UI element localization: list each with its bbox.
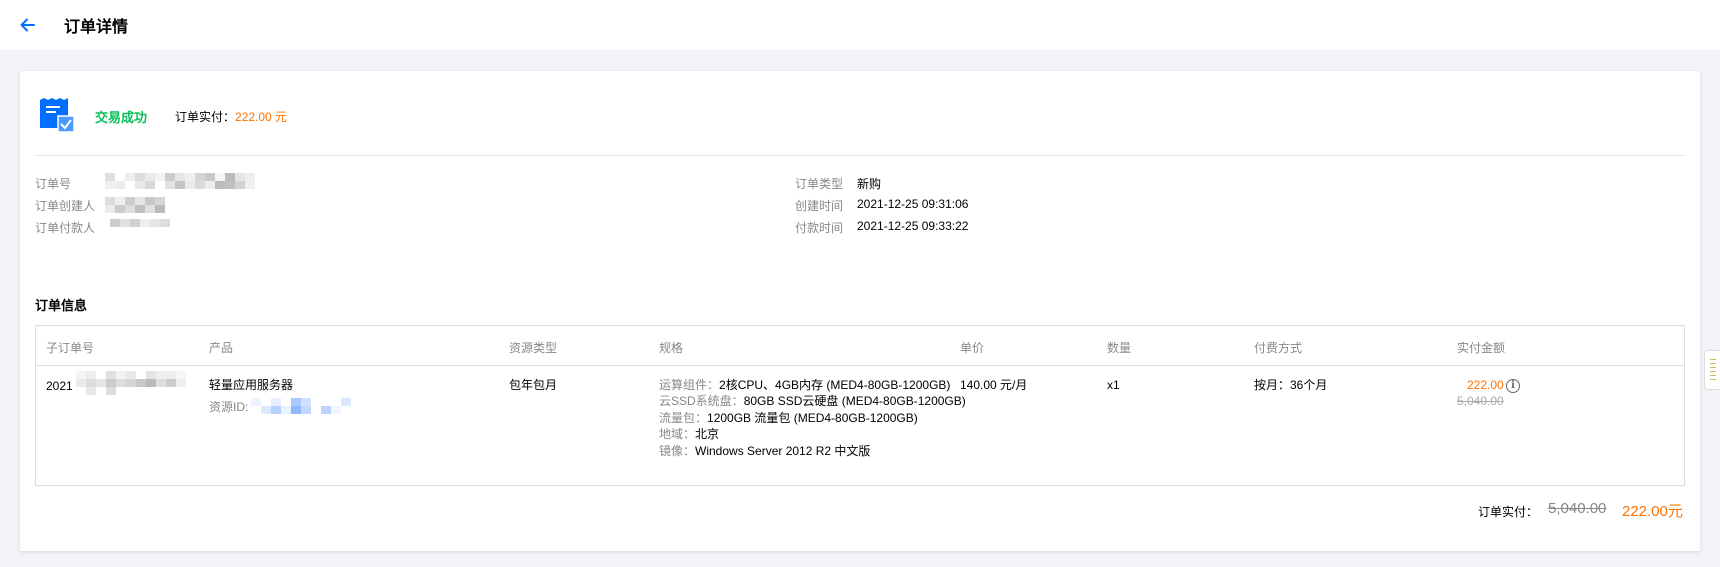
total-label: 订单实付：: [1478, 505, 1539, 519]
sub-order-redacted: [76, 371, 186, 395]
payment-value: 按月：36个月: [1254, 378, 1328, 392]
side-toolbar-handle[interactable]: [1704, 350, 1720, 390]
th-spec: 规格: [659, 341, 684, 355]
th-resource-type: 资源类型: [509, 341, 558, 355]
th-quantity: 数量: [1107, 341, 1132, 355]
th-unit-price: 单价: [960, 341, 985, 355]
order-no-redacted: [105, 173, 255, 189]
paid-time-value: 2021-12-25 09:33:22: [857, 219, 969, 233]
total-final: 222.00元: [1622, 503, 1683, 520]
created-time-value: 2021-12-25 09:31:06: [857, 197, 969, 211]
product-name: 轻量应用服务器: [209, 378, 294, 392]
resource-type-value: 包年包月: [509, 378, 558, 392]
th-amount: 实付金额: [1457, 341, 1506, 355]
unit-price-value: 140.00 元/月: [960, 378, 1028, 392]
info-icon[interactable]: [1506, 379, 1520, 393]
receipt-success-icon: [40, 98, 80, 134]
created-time-label: 创建时间: [795, 199, 844, 213]
divider: [35, 155, 1685, 156]
total-original: 5,040.00: [1548, 500, 1607, 517]
spec-line: 镜像：Windows Server 2012 R2 中文版: [659, 444, 871, 458]
top-bar: 订单详情: [0, 0, 1720, 50]
spec-line: 地域：北京: [659, 427, 720, 441]
table-header: 子订单号 产品 资源类型 规格 单价 数量 付费方式 实付金额: [36, 326, 1684, 366]
payer-label: 订单付款人: [35, 221, 96, 235]
quantity-value: x1: [1107, 378, 1120, 392]
th-product: 产品: [209, 341, 234, 355]
paid-time-label: 付款时间: [795, 221, 844, 235]
order-items-table: 子订单号 产品 资源类型 规格 单价 数量 付费方式 实付金额 2021 轻量应…: [35, 325, 1685, 486]
order-no-label: 订单号: [35, 177, 72, 191]
order-detail-card: 交易成功 订单实付：222.00 元 订单号 订单创建人 订单付款人 订单类型 …: [20, 71, 1700, 551]
resource-id-redacted[interactable]: [251, 398, 351, 414]
sub-order-prefix: 2021: [46, 379, 73, 393]
creator-label: 订单创建人: [35, 199, 96, 213]
creator-redacted: [105, 197, 165, 213]
th-payment: 付费方式: [1254, 341, 1303, 355]
th-sub-order: 子订单号: [46, 341, 95, 355]
order-type-label: 订单类型: [795, 177, 844, 191]
original-amount-value: 5,040.00: [1457, 394, 1504, 408]
section-title: 订单信息: [35, 298, 88, 313]
payer-redacted: [110, 219, 170, 227]
back-arrow-icon[interactable]: [18, 15, 38, 35]
page-title: 订单详情: [64, 19, 129, 36]
spec-line: 云SSD系统盘：80GB SSD云硬盘 (MED4-80GB-1200GB): [659, 394, 966, 408]
paid-label: 订单实付：: [175, 110, 236, 124]
paid-amount: 222.00 元: [235, 110, 288, 124]
order-type-value: 新购: [857, 177, 882, 191]
paid-summary: 订单实付：222.00 元: [175, 108, 287, 125]
resource-id-label: 资源ID:: [209, 400, 249, 414]
status-text: 交易成功: [95, 110, 148, 125]
